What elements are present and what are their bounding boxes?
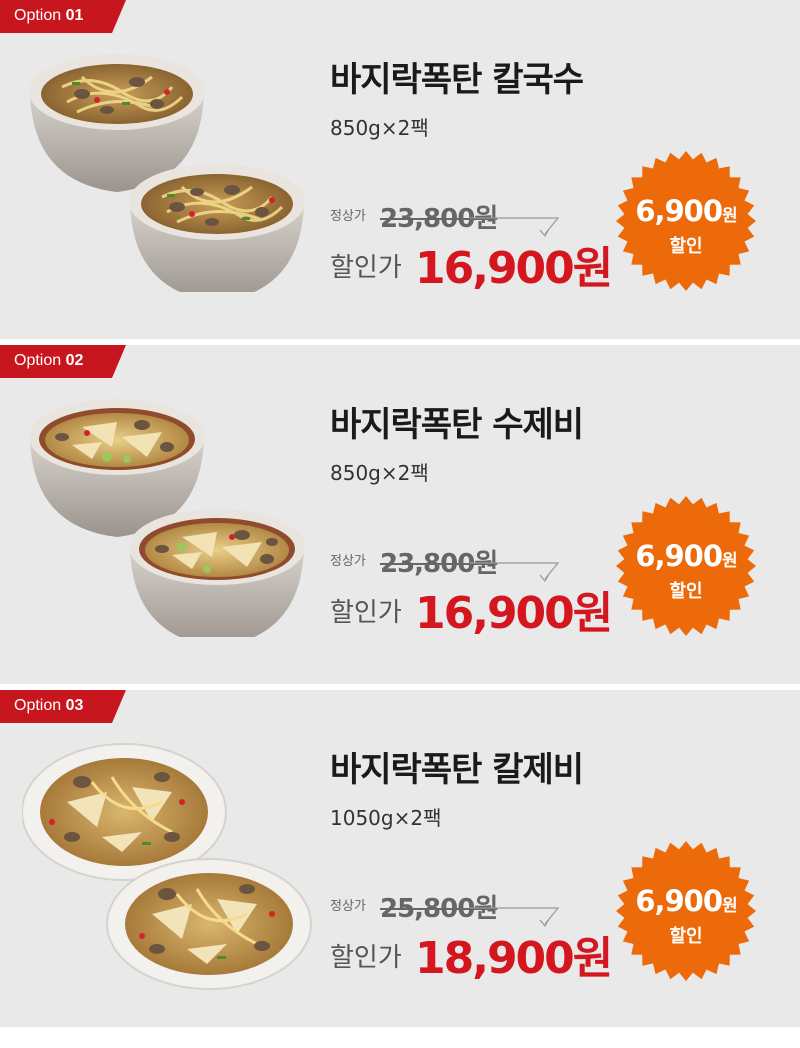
discount-badge: 6,900원 할인 [615,840,757,982]
discount-text: 할인 [669,236,703,257]
sujebi-bowls-image [22,397,312,647]
option-tag: Option 03 [0,690,126,723]
discount-text: 할인 [669,581,703,602]
product-title: 바지락폭탄 칼국수 [330,60,584,100]
product-weight: 1050g×2팩 [330,806,442,830]
sale-price-label: 할인가 [330,598,402,628]
kaljebi-bowls-image [21,742,312,990]
discount-unit: 원 [722,896,738,916]
option-card-1[interactable]: Option 01 바지락폭탄 칼국수 850g×2팩 정상가 23,800원 … [0,0,800,339]
option-tag: Option 02 [0,345,126,378]
option-tag-number: 03 [65,697,84,714]
option-tag-prefix: Option [14,7,66,24]
option-tag-number: 02 [65,352,84,369]
discount-unit: 원 [722,206,738,226]
product-title: 바지락폭탄 수제비 [330,405,584,445]
product-title: 바지락폭탄 칼제비 [330,750,584,790]
sale-price-label: 할인가 [330,253,402,283]
discount-badge: 6,900원 할인 [615,495,757,637]
original-price-label: 정상가 [330,554,366,569]
discount-badge: 6,900원 할인 [615,150,757,292]
product-options-page: Option 01 바지락폭탄 칼국수 850g×2팩 정상가 23,800원 … [0,0,800,1048]
discount-amount: 6,900 [635,884,723,918]
product-weight: 850g×2팩 [330,116,429,140]
option-tag-prefix: Option [14,697,66,714]
discount-amount: 6,900 [635,539,723,573]
sale-price: 16,900원 [415,588,613,639]
sale-price: 18,900원 [415,933,613,984]
option-card-2[interactable]: Option 02 바지락폭탄 수제비 850g×2팩 정상가 23,800원 … [0,345,800,684]
product-weight: 850g×2팩 [330,461,429,485]
option-tag: Option 01 [0,0,126,33]
discount-text: 할인 [669,926,703,947]
original-price-label: 정상가 [330,899,366,914]
option-tag-prefix: Option [14,352,66,369]
original-price-label: 정상가 [330,209,366,224]
sale-price-label: 할인가 [330,943,402,973]
discount-amount: 6,900 [635,194,723,228]
discount-unit: 원 [722,551,738,571]
sale-price: 16,900원 [415,243,613,294]
kalguksu-bowls-image [22,52,312,302]
option-card-3[interactable]: Option 03 바지락폭탄 칼제비 1050g×2팩 정상가 25,800원… [0,690,800,1027]
option-tag-number: 01 [65,7,84,24]
